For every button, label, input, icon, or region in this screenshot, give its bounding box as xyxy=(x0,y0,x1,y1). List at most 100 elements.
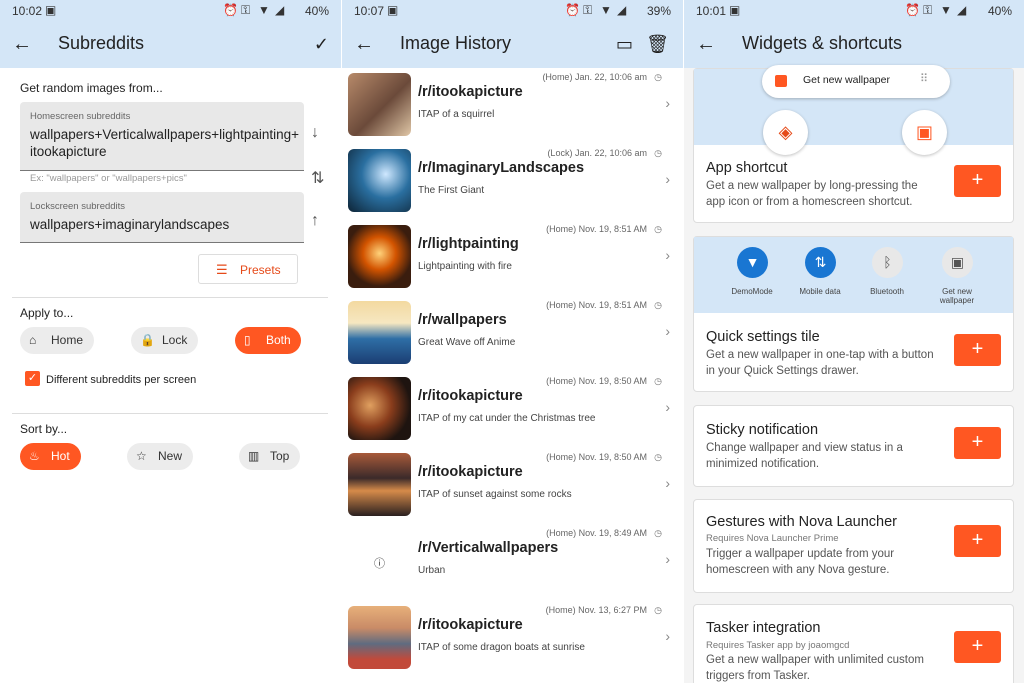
thumbnail xyxy=(348,377,411,440)
card-description: Trigger a wallpaper update from your hom… xyxy=(706,548,895,576)
alarm-icon: ⏰ xyxy=(905,3,920,17)
sticky-notification-card: Sticky notification Change wallpaper and… xyxy=(693,405,1014,487)
add-sticky-notification-button[interactable]: + xyxy=(954,427,1001,459)
presets-button[interactable]: ☰ Presets xyxy=(198,254,298,284)
different-subreddits-checkbox[interactable]: ✓ xyxy=(25,371,40,386)
card-title: Quick settings tile xyxy=(706,329,820,345)
card-description: Get a new wallpaper by long-pressing the… xyxy=(706,180,918,208)
sort-top-chip[interactable]: ▥ Top xyxy=(239,443,300,470)
apply-lock-chip[interactable]: 🔒 Lock xyxy=(131,327,198,354)
shortcut-popup: Get new wallpaper ⠿ xyxy=(762,65,950,98)
chevron-right-icon: › xyxy=(665,399,670,415)
apply-both-chip[interactable]: ▯ Both xyxy=(235,327,301,354)
drag-handle-icon: ⠿ xyxy=(920,73,929,85)
field-value: wallpapers+imaginarylandscapes xyxy=(30,217,230,232)
tile-label: Get new wallpaper xyxy=(939,287,975,305)
sort-hot-chip[interactable]: ♨ Hot xyxy=(20,443,81,470)
clock-icon: ◷ xyxy=(654,376,662,386)
history-item[interactable]: ⓘ (Home) Nov. 19, 8:49 AM ◷ /r/Verticalw… xyxy=(342,525,683,601)
battery-level: 39% xyxy=(646,4,671,18)
app-shortcut-card: Get new wallpaper ⠿ ◈ ▣ App shortcut Get… xyxy=(693,65,1014,223)
field-label: Lockscreen subreddits xyxy=(30,201,126,212)
swap-icon[interactable]: ⇅ xyxy=(311,168,324,188)
phone-icon: ▯ xyxy=(244,333,251,347)
apply-home-chip[interactable]: ⌂ Home xyxy=(20,327,94,354)
nova-gestures-card: Gestures with Nova Launcher Requires Nov… xyxy=(693,499,1014,593)
chevron-right-icon: › xyxy=(665,628,670,644)
move-down-arrow-icon[interactable]: ↓ xyxy=(311,124,319,142)
battery-level: 40% xyxy=(987,4,1012,18)
home-icon: ⌂ xyxy=(29,333,37,347)
card-title: App shortcut xyxy=(706,160,788,176)
history-item[interactable]: (Home) Nov. 19, 8:50 AM ◷ /r/itookapictu… xyxy=(342,373,683,449)
subreddits-screen: 10:02 ▣ ⏰ ⚿ ▼ ◢ 40% ← Subreddits ✓ Get r… xyxy=(0,0,341,683)
card-title: Tasker integration xyxy=(706,620,821,636)
add-nova-gesture-button[interactable]: + xyxy=(954,525,1001,557)
chevron-right-icon: › xyxy=(665,323,670,339)
thumbnail xyxy=(348,225,411,288)
wifi-tile-icon: ▼ xyxy=(737,247,768,278)
apply-to-label: Apply to... xyxy=(20,306,74,320)
clock-icon: ◷ xyxy=(654,224,662,234)
add-quick-settings-button[interactable]: + xyxy=(954,334,1001,366)
wifi-icon: ▼ xyxy=(258,3,270,17)
back-arrow-icon[interactable]: ← xyxy=(12,32,32,56)
add-app-shortcut-button[interactable]: + xyxy=(954,165,1001,197)
tile-label: Bluetooth xyxy=(870,287,904,296)
history-item[interactable]: (Home) Jan. 22, 10:06 am ◷ /r/itookapict… xyxy=(342,69,683,145)
sort-new-chip[interactable]: ☆ New xyxy=(127,443,193,470)
field-label: Homescreen subreddits xyxy=(30,111,131,122)
page-title: Subreddits xyxy=(58,33,145,53)
thumbnail xyxy=(348,606,411,669)
card-title: Gestures with Nova Launcher xyxy=(706,514,898,530)
folder-icon[interactable]: ▭ xyxy=(616,32,633,56)
mobile-data-tile-icon: ⇅ xyxy=(805,247,836,278)
checkbox-label: Different subreddits per screen xyxy=(46,374,197,386)
move-up-arrow-icon[interactable]: ↑ xyxy=(311,212,319,230)
status-bar: 10:02 ▣ ⏰ ⚿ ▼ ◢ 40% xyxy=(0,0,341,22)
bluetooth-tile-icon: ᛒ xyxy=(872,247,903,278)
intro-label: Get random images from... xyxy=(20,81,163,95)
trash-icon[interactable]: 🗑 xyxy=(646,32,669,56)
back-arrow-icon[interactable]: ← xyxy=(354,32,374,56)
lockscreen-subreddits-field[interactable]: Lockscreen subreddits wallpapers+imagina… xyxy=(20,192,304,243)
status-bar: 10:07 ▣ ⏰ ⚿ ▼ ◢ 39% xyxy=(342,0,683,22)
status-time: 10:07 xyxy=(354,4,385,18)
history-item[interactable]: (Home) Nov. 19, 8:50 AM ◷ /r/itookapictu… xyxy=(342,449,683,525)
card-description: Get a new wallpaper with unlimited custo… xyxy=(706,654,924,682)
layers-icon: ◈ xyxy=(763,110,808,155)
history-item[interactable]: (Home) Nov. 19, 8:51 AM ◷ /r/lightpainti… xyxy=(342,221,683,297)
key-icon: ⚿ xyxy=(923,3,933,17)
thumbnail xyxy=(348,301,411,364)
new-wallpaper-tile-icon: ▣ xyxy=(942,247,973,278)
add-image-icon: ▣ xyxy=(902,110,947,155)
sort-by-label: Sort by... xyxy=(20,422,68,436)
status-time: 10:02 xyxy=(12,4,43,18)
clock-icon: ◷ xyxy=(654,72,662,82)
widgets-shortcuts-screen: 10:01 ▣ ⏰ ⚿ ▼ ◢ 40% ← Widgets & shortcut… xyxy=(684,0,1024,683)
clock-icon: ◷ xyxy=(654,528,662,538)
add-tasker-button[interactable]: + xyxy=(954,631,1001,663)
confirm-check-icon[interactable]: ✓ xyxy=(314,32,329,56)
homescreen-subreddits-field[interactable]: Homescreen subreddits wallpapers+Vertica… xyxy=(20,102,304,171)
back-arrow-icon[interactable]: ← xyxy=(696,32,716,56)
alarm-icon: ⏰ xyxy=(223,3,238,17)
star-icon: ☆ xyxy=(136,449,147,463)
card-description: Change wallpaper and view status in a mi… xyxy=(706,442,903,470)
notification-icon: ▣ xyxy=(45,3,57,17)
notification-icon: ▣ xyxy=(729,3,741,17)
history-item[interactable]: (Home) Nov. 19, 8:51 AM ◷ /r/wallpapers … xyxy=(342,297,683,373)
thumbnail xyxy=(348,453,411,516)
divider xyxy=(12,297,328,298)
clock-icon: ◷ xyxy=(654,148,662,158)
chart-icon: ▥ xyxy=(248,449,260,463)
card-description: Get a new wallpaper in one-tap with a bu… xyxy=(706,349,934,377)
divider xyxy=(12,413,328,414)
history-item[interactable]: (Lock) Jan. 22, 10:06 am ◷ /r/ImaginaryL… xyxy=(342,145,683,221)
notification-icon: ▣ xyxy=(387,3,399,17)
history-item[interactable]: (Home) Nov. 13, 6:27 PM ◷ /r/itookapictu… xyxy=(342,602,683,678)
status-time: 10:01 xyxy=(696,4,727,18)
tile-label: DemoMode xyxy=(731,287,773,296)
chevron-right-icon: › xyxy=(665,171,670,187)
clock-icon: ◷ xyxy=(654,452,662,462)
